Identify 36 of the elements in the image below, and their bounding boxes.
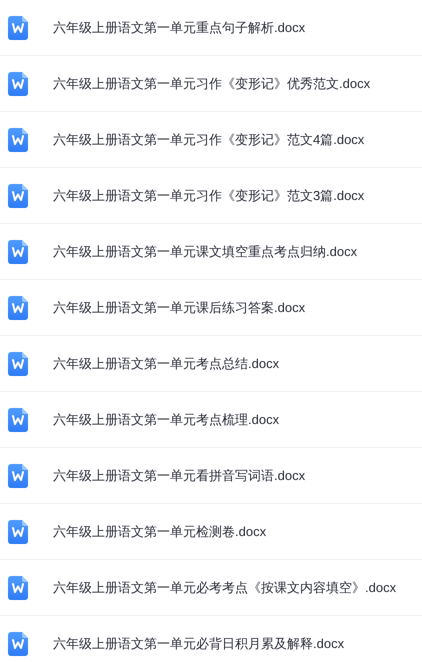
file-row[interactable]: 六年级上册语文第一单元习作《变形记》范文3篇.docx xyxy=(0,168,422,224)
word-document-icon xyxy=(8,464,28,488)
file-row[interactable]: 六年级上册语文第一单元重点句子解析.docx xyxy=(0,0,422,56)
file-name: 六年级上册语文第一单元必考考点《按课文内容填空》.docx xyxy=(53,578,396,597)
file-name: 六年级上册语文第一单元课文填空重点考点归纳.docx xyxy=(53,242,358,261)
file-row[interactable]: 六年级上册语文第一单元考点梳理.docx xyxy=(0,392,422,448)
word-document-icon xyxy=(8,296,28,320)
file-name: 六年级上册语文第一单元必背日积月累及解释.docx xyxy=(53,634,344,653)
file-row[interactable]: 六年级上册语文第一单元必考考点《按课文内容填空》.docx xyxy=(0,560,422,616)
word-document-icon xyxy=(8,352,28,376)
word-document-icon xyxy=(8,72,28,96)
file-row[interactable]: 六年级上册语文第一单元习作《变形记》优秀范文.docx xyxy=(0,56,422,112)
word-document-icon xyxy=(8,128,28,152)
file-row[interactable]: 六年级上册语文第一单元课后练习答案.docx xyxy=(0,280,422,336)
word-document-icon xyxy=(8,240,28,264)
file-name: 六年级上册语文第一单元习作《变形记》范文4篇.docx xyxy=(53,130,364,149)
file-name: 六年级上册语文第一单元课后练习答案.docx xyxy=(53,298,306,317)
file-row[interactable]: 六年级上册语文第一单元考点总结.docx xyxy=(0,336,422,392)
file-name: 六年级上册语文第一单元习作《变形记》范文3篇.docx xyxy=(53,186,364,205)
word-document-icon xyxy=(8,184,28,208)
file-row[interactable]: 六年级上册语文第一单元课文填空重点考点归纳.docx xyxy=(0,224,422,280)
file-name: 六年级上册语文第一单元检测卷.docx xyxy=(53,522,266,541)
file-name: 六年级上册语文第一单元看拼音写词语.docx xyxy=(53,466,306,485)
word-document-icon xyxy=(8,576,28,600)
file-name: 六年级上册语文第一单元习作《变形记》优秀范文.docx xyxy=(53,74,370,93)
file-row[interactable]: 六年级上册语文第一单元检测卷.docx xyxy=(0,504,422,560)
word-document-icon xyxy=(8,16,28,40)
word-document-icon xyxy=(8,520,28,544)
file-name: 六年级上册语文第一单元重点句子解析.docx xyxy=(53,18,306,37)
file-row[interactable]: 六年级上册语文第一单元习作《变形记》范文4篇.docx xyxy=(0,112,422,168)
word-document-icon xyxy=(8,632,28,656)
file-row[interactable]: 六年级上册语文第一单元看拼音写词语.docx xyxy=(0,448,422,504)
file-name: 六年级上册语文第一单元考点总结.docx xyxy=(53,354,280,373)
file-row[interactable]: 六年级上册语文第一单元必背日积月累及解释.docx xyxy=(0,616,422,662)
word-document-icon xyxy=(8,408,28,432)
file-name: 六年级上册语文第一单元考点梳理.docx xyxy=(53,410,280,429)
